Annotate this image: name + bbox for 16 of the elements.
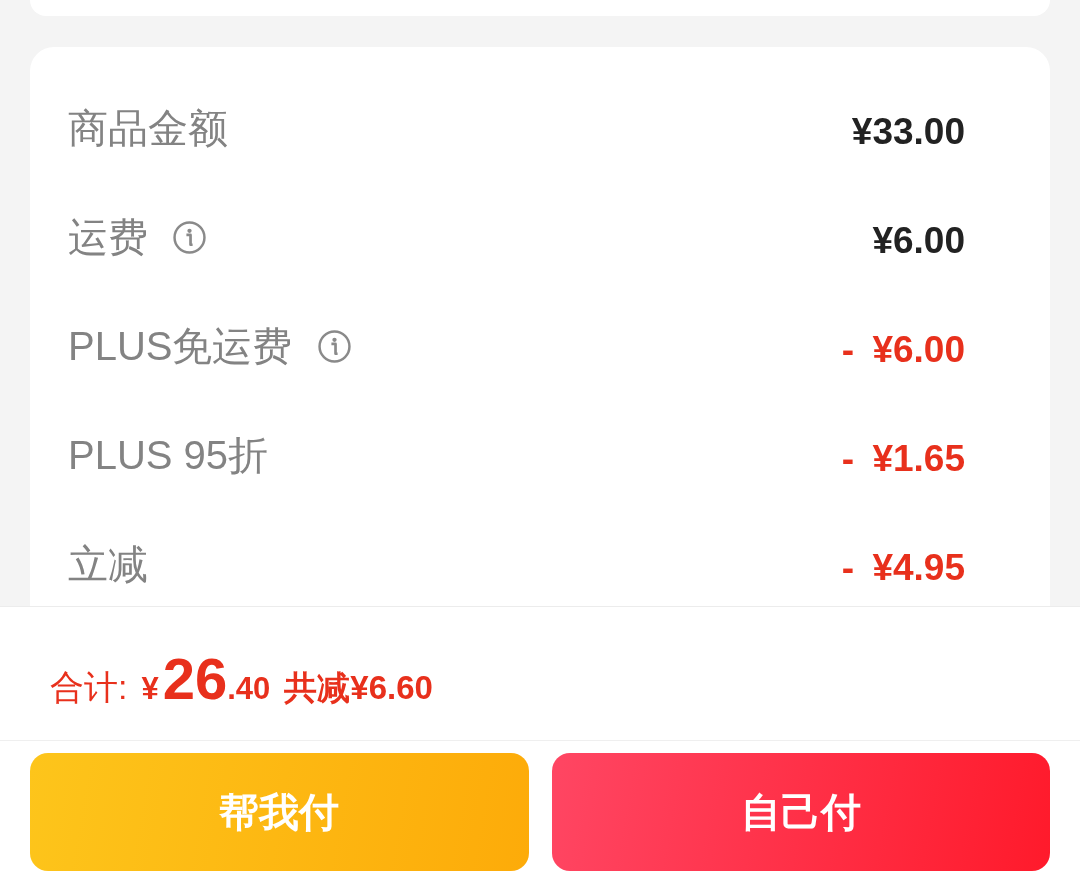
pay-button[interactable]: 自己付: [551, 753, 1050, 871]
total-label: 合计:: [50, 667, 128, 708]
row-amount: ¥6.00: [872, 218, 965, 262]
row-label: 运费: [68, 214, 148, 261]
row-label: 立减: [68, 541, 148, 588]
info-icon[interactable]: [317, 330, 351, 363]
row-amount: - ¥4.95: [841, 545, 965, 589]
row-amount: - ¥1.65: [841, 436, 965, 480]
row-label: 商品金额: [68, 105, 228, 152]
total-amount: ¥26.40: [141, 645, 271, 712]
saving-amount: 共减¥6.60: [284, 668, 433, 708]
row-amount: - ¥6.00: [841, 327, 965, 371]
row-amount: ¥33.00: [851, 109, 965, 153]
row-label: PLUS免运费: [68, 323, 293, 370]
row-label: PLUS 95折: [68, 432, 269, 479]
info-icon[interactable]: [173, 221, 206, 254]
